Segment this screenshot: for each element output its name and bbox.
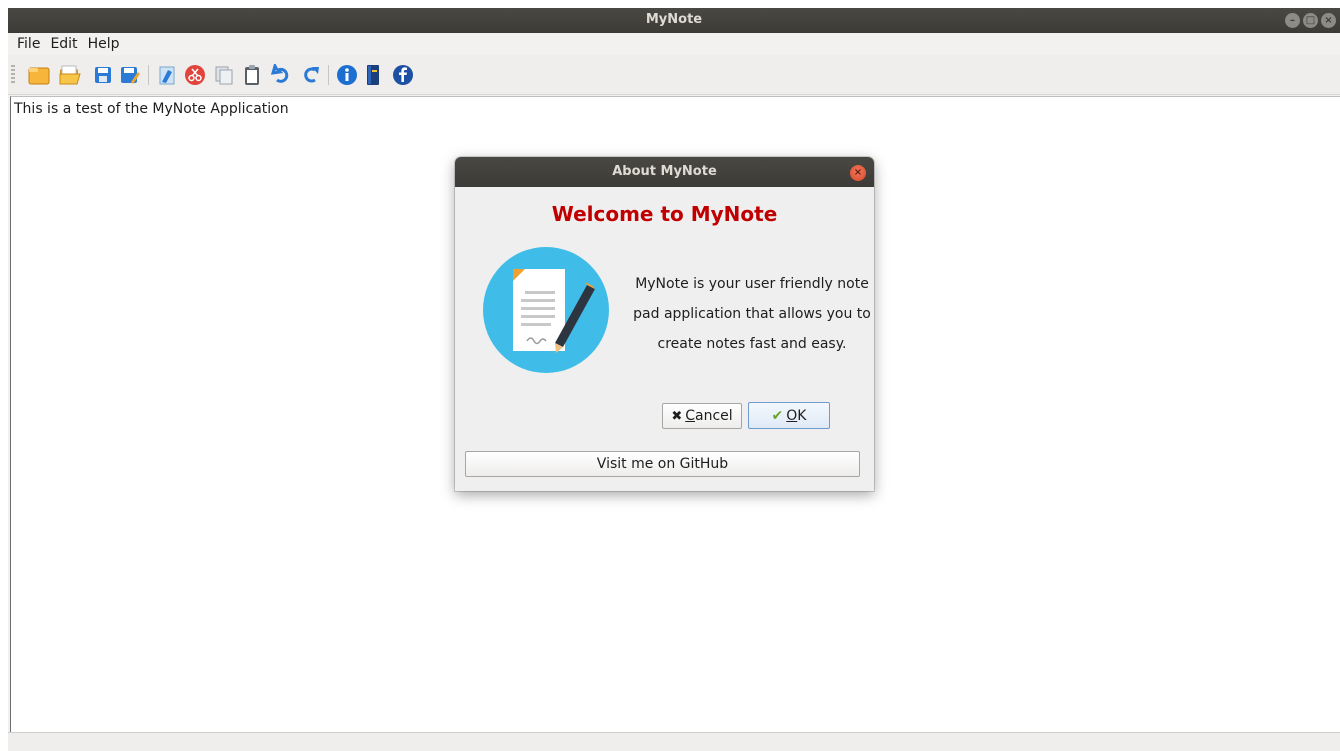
menubar: File Edit Help: [8, 33, 1340, 55]
toolbar-grip[interactable]: [11, 65, 15, 85]
close-icon[interactable]: ×: [1321, 13, 1336, 28]
redo-icon[interactable]: [298, 63, 322, 87]
copy-icon[interactable]: [212, 63, 236, 87]
ok-check-icon: ✔: [771, 407, 784, 424]
window-title: MyNote: [645, 12, 703, 27]
dialog-heading: Welcome to MyNote: [551, 202, 778, 226]
clear-icon[interactable]: [155, 63, 179, 87]
menu-file[interactable]: File: [12, 33, 45, 55]
notepad-logo-icon: [483, 247, 609, 373]
save-as-icon[interactable]: [118, 63, 142, 87]
cut-icon[interactable]: [183, 63, 207, 87]
window-titlebar[interactable]: MyNote – □ ×: [8, 8, 1340, 33]
undo-icon[interactable]: [270, 63, 294, 87]
menu-help[interactable]: Help: [83, 33, 125, 55]
toolbar: [8, 55, 1340, 95]
new-file-icon[interactable]: [27, 63, 51, 87]
save-icon[interactable]: [91, 63, 115, 87]
open-folder-icon[interactable]: [58, 63, 82, 87]
facebook-icon[interactable]: [391, 63, 415, 87]
minimize-icon[interactable]: –: [1285, 13, 1300, 28]
dialog-close-icon[interactable]: ×: [850, 165, 866, 181]
ok-label: OK: [786, 407, 807, 424]
window-controls: – □ ×: [1285, 13, 1336, 28]
github-button[interactable]: Visit me on GitHub: [465, 451, 860, 477]
info-icon[interactable]: [335, 63, 359, 87]
toolbar-separator: [148, 65, 149, 85]
book-icon[interactable]: [361, 63, 385, 87]
cancel-x-icon: ✖: [671, 408, 683, 424]
cancel-button[interactable]: ✖ Cancel: [662, 403, 742, 429]
menu-edit[interactable]: Edit: [45, 33, 82, 55]
dialog-title: About MyNote: [612, 164, 717, 179]
paste-icon[interactable]: [240, 63, 264, 87]
dialog-titlebar[interactable]: About MyNote ×: [455, 157, 874, 187]
editor-content: This is a test of the MyNote Application: [14, 101, 289, 117]
status-bar: [8, 732, 1340, 751]
toolbar-separator: [328, 65, 329, 85]
maximize-icon[interactable]: □: [1303, 13, 1318, 28]
cancel-label: Cancel: [685, 408, 733, 424]
dialog-description: MyNote is your user friendly note pad ap…: [633, 276, 871, 352]
about-dialog: About MyNote × Welcome to MyNote MyNote …: [455, 157, 874, 491]
ok-button[interactable]: ✔ OK: [748, 402, 830, 429]
